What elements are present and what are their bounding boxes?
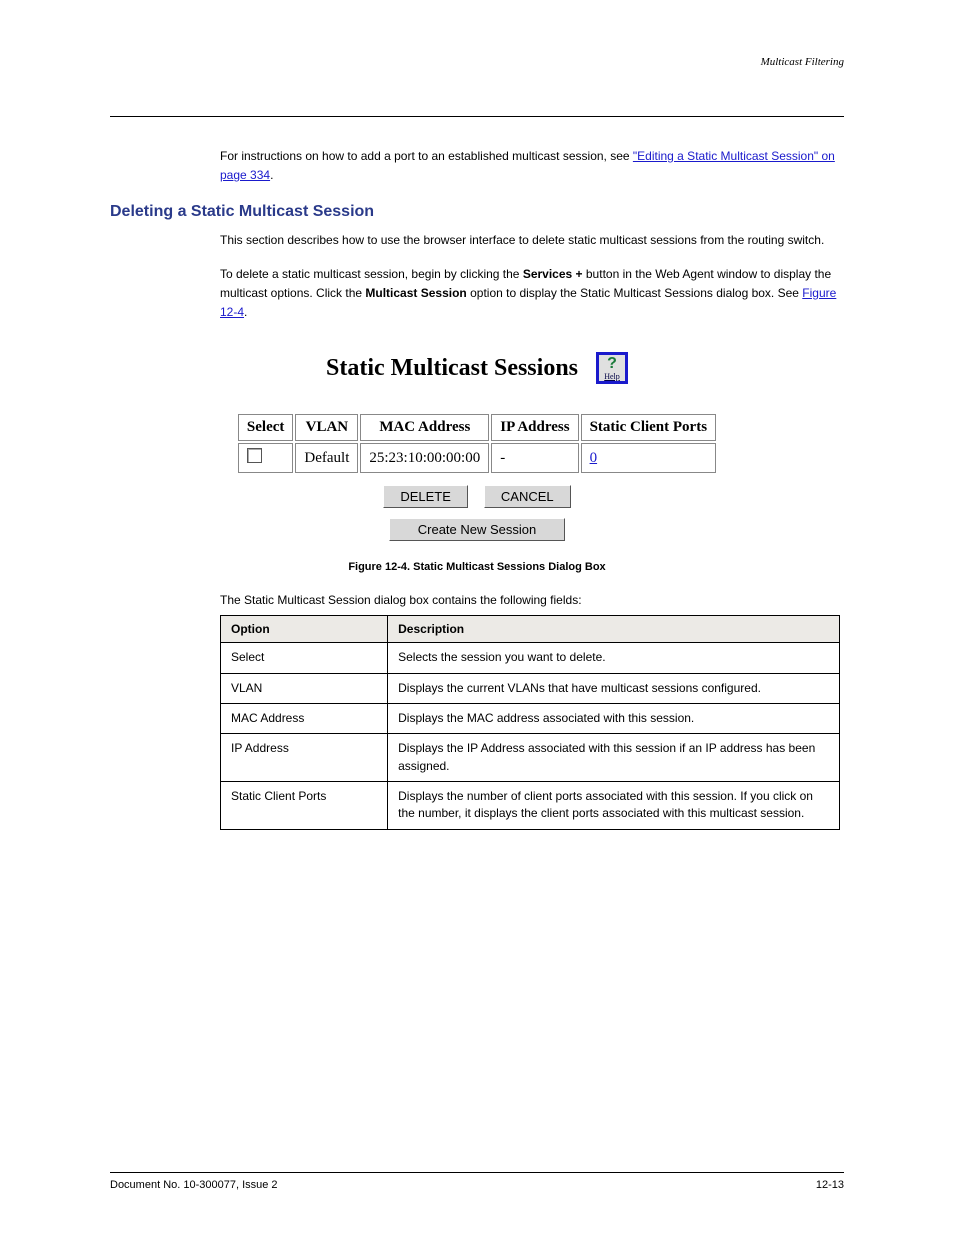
p2-prefix: To delete a static multicast session, be…	[220, 267, 523, 281]
intro-paragraph: For instructions on how to add a port to…	[220, 147, 844, 185]
col-mac: MAC Address	[360, 414, 489, 441]
col-select: Select	[238, 414, 293, 441]
col-ip: IP Address	[491, 414, 578, 441]
desc-val: Displays the number of client ports asso…	[388, 782, 840, 830]
cancel-button[interactable]: CANCEL	[484, 485, 571, 508]
desc-opt: MAC Address	[221, 703, 388, 733]
desc-val: Displays the IP Address associated with …	[388, 734, 840, 782]
cell-ports-link[interactable]: 0	[590, 450, 598, 466]
desc-row: Static Client Ports Displays the number …	[221, 782, 840, 830]
desc-val: Displays the current VLANs that have mul…	[388, 673, 840, 703]
screenshot-title: Static Multicast Sessions	[326, 355, 578, 382]
p2-end: option to display the Static Multicast S…	[467, 286, 803, 300]
footer: Document No. 10-300077, Issue 2 12-13	[110, 1172, 844, 1191]
delete-button[interactable]: DELETE	[383, 485, 468, 508]
section-p2: To delete a static multicast session, be…	[220, 265, 844, 323]
p2-bold1: Services +	[523, 267, 583, 281]
help-button[interactable]: ? Help	[596, 352, 628, 384]
sessions-table: Select VLAN MAC Address IP Address Stati…	[236, 412, 718, 475]
desc-val: Displays the MAC address associated with…	[388, 703, 840, 733]
description-table: Option Description Select Selects the se…	[220, 615, 840, 830]
footer-right: 12-13	[816, 1179, 844, 1191]
p2-after: .	[244, 305, 247, 319]
col-ports: Static Client Ports	[581, 414, 716, 441]
figure-caption: Figure 12-4. Static Multicast Sessions D…	[110, 561, 844, 573]
footer-rule	[110, 1172, 844, 1173]
desc-header-row: Option Description	[221, 616, 840, 643]
section-title: Deleting a Static Multicast Session	[110, 203, 844, 221]
footer-left: Document No. 10-300077, Issue 2	[110, 1179, 278, 1191]
header-crumb: Multicast Filtering	[110, 56, 844, 68]
screenshot-panel: Static Multicast Sessions ? Help Select …	[110, 352, 844, 541]
col-vlan: VLAN	[295, 414, 358, 441]
cell-vlan: Default	[295, 443, 358, 473]
intro-text-prefix: For instructions on how to add a port to…	[220, 149, 633, 163]
desc-col-desc: Description	[388, 616, 840, 643]
table-header-row: Select VLAN MAC Address IP Address Stati…	[238, 414, 716, 441]
help-icon-glyph: ?	[599, 355, 625, 373]
row-select-checkbox[interactable]	[247, 448, 262, 463]
desc-opt: VLAN	[221, 673, 388, 703]
desc-opt: IP Address	[221, 734, 388, 782]
desc-col-option: Option	[221, 616, 388, 643]
desc-row: IP Address Displays the IP Address assoc…	[221, 734, 840, 782]
p2-bold2: Multicast Session	[365, 286, 466, 300]
desc-row: Select Selects the session you want to d…	[221, 643, 840, 673]
cell-mac: 25:23:10:00:00:00	[360, 443, 489, 473]
desc-row: VLAN Displays the current VLANs that hav…	[221, 673, 840, 703]
help-icon-label: Help	[599, 373, 625, 381]
intro-text-suffix: .	[270, 168, 273, 182]
cell-ip: -	[491, 443, 578, 473]
top-rule	[110, 116, 844, 117]
desc-row: MAC Address Displays the MAC address ass…	[221, 703, 840, 733]
table-row: Default 25:23:10:00:00:00 - 0	[238, 443, 716, 473]
section-p1: This section describes how to use the br…	[220, 231, 844, 250]
desc-intro: The Static Multicast Session dialog box …	[220, 593, 844, 607]
figure-caption-text: Figure 12-4. Static Multicast Sessions D…	[348, 561, 605, 573]
desc-opt: Static Client Ports	[221, 782, 388, 830]
desc-opt: Select	[221, 643, 388, 673]
desc-val: Selects the session you want to delete.	[388, 643, 840, 673]
create-new-session-button[interactable]: Create New Session	[389, 518, 566, 541]
